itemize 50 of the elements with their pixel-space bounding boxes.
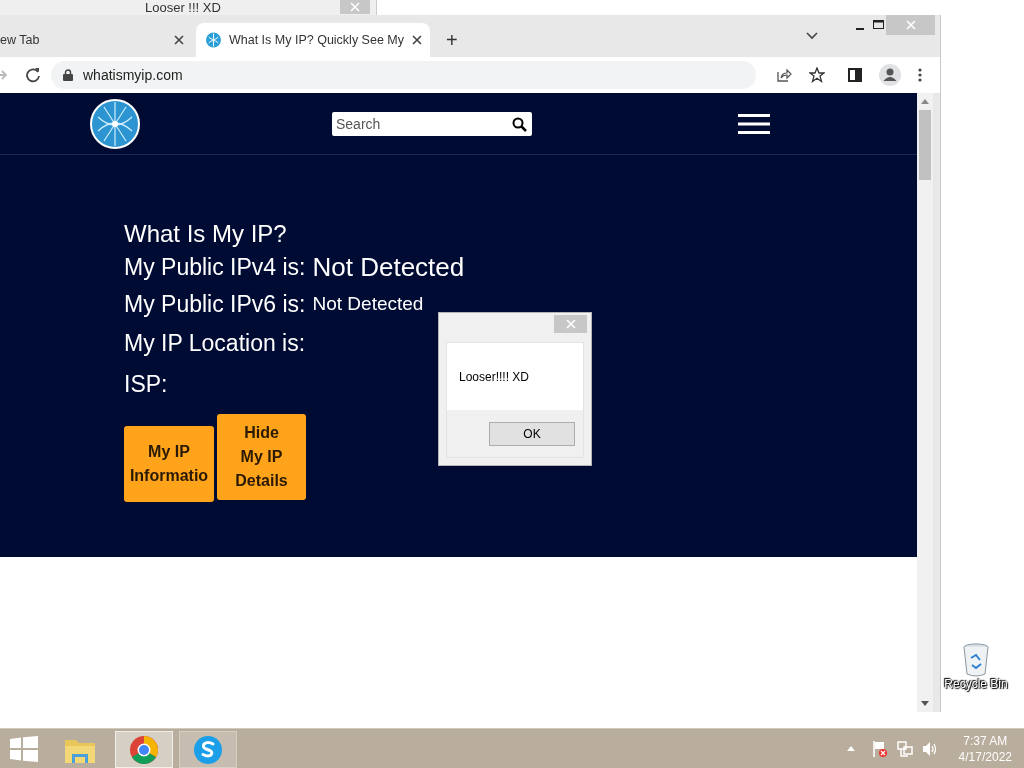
info-label: ISP: <box>124 371 168 398</box>
menu-icon[interactable] <box>918 68 922 82</box>
caret-up-icon[interactable] <box>846 746 855 751</box>
scroll-down-icon[interactable] <box>921 701 929 706</box>
lock-icon <box>63 69 73 81</box>
window-title: Looser !!! XD <box>145 1 221 15</box>
ok-button[interactable]: OK <box>489 421 575 446</box>
new-tab-button[interactable]: + <box>446 31 458 49</box>
action-button[interactable]: Hide My IP Details <box>217 414 306 500</box>
icon-label[interactable]: Recycle Bin <box>944 677 1008 691</box>
scroll-thumb[interactable] <box>919 110 931 180</box>
chrome-icon <box>129 734 159 765</box>
close-icon <box>350 2 360 12</box>
maximize-icon <box>872 20 884 30</box>
info-label: My Public IPv6 is: <box>124 290 306 318</box>
taskbar-app[interactable] <box>179 731 237 768</box>
browser-tab[interactable]: ew Tab <box>0 23 192 57</box>
trash-bin-icon[interactable] <box>963 643 989 677</box>
close-icon <box>565 319 576 329</box>
scrollbar[interactable] <box>917 93 933 712</box>
globe-icon <box>206 32 221 48</box>
profile-icon[interactable] <box>879 64 901 86</box>
search-field[interactable]: Search <box>332 111 532 136</box>
address-bar[interactable]: whatismyip.com <box>51 61 756 89</box>
info-value: Not Detected <box>312 251 465 283</box>
globe-logo[interactable] <box>90 98 140 149</box>
info-value: Not Detected <box>312 293 424 315</box>
share-icon[interactable] <box>776 67 792 83</box>
browser-tab[interactable]: What Is My IP? Quickly See My <box>196 23 430 57</box>
network-icon[interactable] <box>896 740 913 757</box>
minimize-icon <box>856 28 864 30</box>
clock-date: 4/17/2022 <box>958 748 1012 765</box>
menu-icon[interactable] <box>738 112 770 135</box>
close-icon <box>905 20 916 30</box>
windows-icon <box>10 735 38 762</box>
reload-icon[interactable] <box>25 67 41 83</box>
side-panel-icon[interactable] <box>848 68 862 82</box>
flag-icon[interactable] <box>871 739 888 758</box>
info-label: My Public IPv4 is: <box>124 253 306 281</box>
dialog-message: Looser!!!! XD <box>459 369 530 384</box>
skype-icon <box>193 734 223 765</box>
speaker-icon[interactable] <box>921 740 938 757</box>
search-icon[interactable] <box>512 116 527 132</box>
star-icon[interactable] <box>809 67 825 83</box>
action-button[interactable]: My IP Informatio <box>124 426 214 502</box>
clock-time: 7:37 AM <box>963 732 1008 749</box>
page-heading: What Is My IP? <box>124 219 288 249</box>
scroll-up-icon[interactable] <box>921 99 929 104</box>
chevron-down-icon[interactable] <box>806 32 818 40</box>
info-label: My IP Location is: <box>124 330 306 357</box>
